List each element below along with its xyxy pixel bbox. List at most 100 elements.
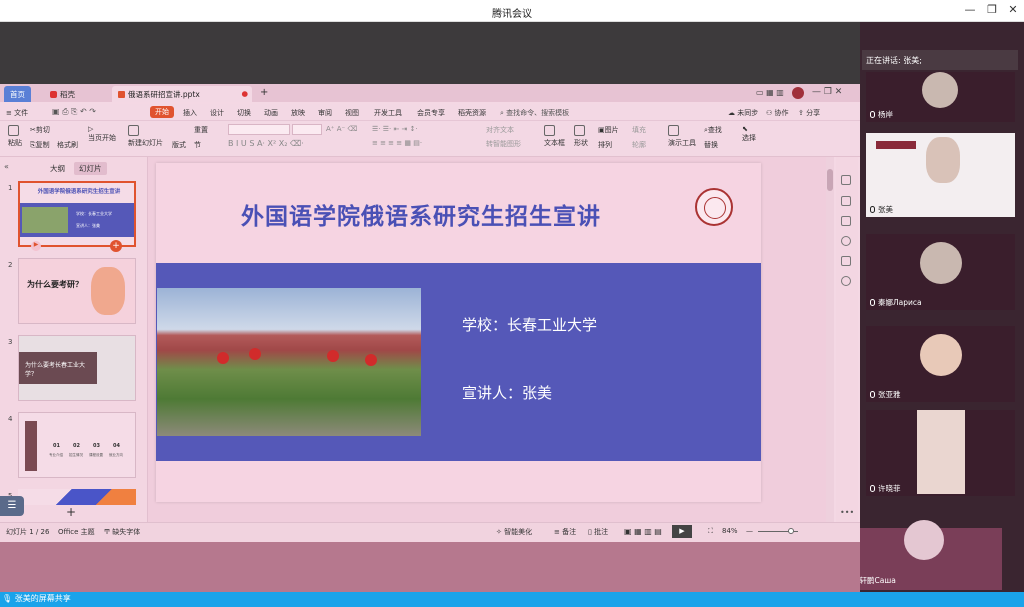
slide-school-text[interactable]: 学校：长春工业大学 (462, 314, 597, 335)
tab-slides[interactable]: 幻灯片 (74, 162, 107, 175)
collapse-panel-icon[interactable]: « (4, 162, 9, 171)
menu-home[interactable]: 开始 (150, 106, 174, 118)
thumb-title: 外国语学院俄语系研究生招生宣讲 (37, 189, 121, 195)
section-button[interactable]: 节 (194, 140, 201, 150)
menu-transition[interactable]: 切换 (237, 108, 251, 118)
tab-outline[interactable]: 大纲 (50, 163, 65, 174)
thumb-step: 01 (53, 443, 60, 449)
menu-review[interactable]: 审阅 (318, 108, 332, 118)
menu-slideshow[interactable]: 放映 (291, 108, 305, 118)
zoom-slider[interactable] (758, 528, 798, 534)
add-slide-icon[interactable]: + (110, 240, 122, 252)
font-style-buttons[interactable]: B I U S A· X² X₂ ⌫· (228, 139, 304, 148)
wps-window-controls[interactable]: — ❐ ✕ (812, 87, 842, 97)
play-from-slide-icon[interactable]: ▶ (31, 241, 41, 251)
new-tab-button[interactable]: + (254, 86, 274, 102)
slide-speaker-text[interactable]: 宣讲人：张美 (462, 382, 552, 403)
menu-developer[interactable]: 开发工具 (374, 108, 402, 118)
view-mode-buttons[interactable]: ▣ ▦ ▥ ▤ (624, 527, 662, 536)
smart-beautify-button[interactable]: ✧ 智能美化 (496, 527, 532, 537)
menu-design[interactable]: 设计 (210, 108, 224, 118)
collab-button[interactable]: ⚇ 协作 (766, 108, 789, 118)
menu-docer-resources[interactable]: 稻壳资源 (458, 108, 486, 118)
align-buttons[interactable]: ≡ ≡ ≡ ≡ ▦ ▤· (372, 139, 422, 147)
image-button[interactable]: ▣图片 (598, 125, 619, 135)
share-button[interactable]: ⇪ 分享 (798, 108, 820, 118)
cut-button[interactable]: ✂剪切 (30, 125, 50, 135)
menu-view[interactable]: 视图 (345, 108, 359, 118)
location-icon[interactable] (841, 276, 851, 286)
zoom-slider-thumb[interactable] (788, 528, 794, 534)
zoom-out-icon[interactable]: — (746, 527, 753, 535)
slide-title[interactable]: 外国语学院俄语系研究生招生宣讲 (156, 197, 686, 231)
participant-tile-video[interactable]: 许晓菲 (866, 410, 1015, 496)
vertical-scrollbar[interactable] (826, 157, 834, 522)
participant-tile[interactable]: 秦娜Лариса (866, 234, 1015, 310)
menu-animation[interactable]: 动画 (264, 108, 278, 118)
format-painter-button[interactable]: 格式刷 (57, 140, 78, 150)
find-button[interactable]: ⌕查找 (704, 125, 722, 135)
paste-button[interactable]: 粘贴 (8, 125, 22, 148)
participant-tile[interactable]: 杨岸 (866, 72, 1015, 122)
tab-docer[interactable]: 稻壳 (44, 86, 81, 102)
minimize-button[interactable]: — (960, 3, 980, 16)
close-button[interactable]: ✕ (1003, 3, 1023, 16)
scrollbar-thumb[interactable] (827, 169, 833, 191)
layout-button[interactable]: 版式 (172, 140, 186, 150)
window-tools[interactable]: ▭ ▦ ▥ (756, 88, 784, 97)
participant-tile[interactable]: 张亚雅 (866, 326, 1015, 402)
select-button[interactable]: ⬉ 选择 (742, 125, 756, 143)
help-icon[interactable] (841, 236, 851, 246)
list-view-icon[interactable]: ☰ (0, 496, 24, 516)
tab-home[interactable]: 首页 (4, 86, 31, 102)
avatar (904, 520, 944, 560)
fill-button[interactable]: 填充 (632, 125, 646, 135)
arrange-button[interactable]: 排列 (598, 140, 612, 150)
align-text-button[interactable]: 对齐文本 (486, 125, 514, 135)
participant-tile[interactable]: 杜轩鹏Саша (848, 520, 1002, 590)
more-icon[interactable]: ••• (840, 508, 854, 517)
add-slide-button[interactable]: + (66, 505, 76, 519)
command-search[interactable]: ⌕ 查找命令、搜索模板 (500, 108, 569, 118)
tab-document[interactable]: 俄语系研招宣讲.pptx ● (112, 86, 252, 102)
slideshow-play-button[interactable]: ▶ (672, 525, 692, 538)
missing-fonts-button[interactable]: Ͳ 缺失字体 (104, 527, 140, 537)
settings-icon[interactable] (841, 175, 851, 185)
maximize-button[interactable]: ❐ (982, 3, 1002, 16)
menu-file[interactable]: ≡ 文件 (6, 108, 28, 118)
from-current-button[interactable]: ▷ 当页开始 (88, 125, 116, 143)
reset-button[interactable]: 重置 (194, 125, 208, 135)
template-icon[interactable] (841, 256, 851, 266)
theme-name[interactable]: Office 主题 (58, 527, 95, 537)
user-avatar[interactable] (792, 87, 804, 99)
textbox-button[interactable]: 文本框 (544, 125, 565, 148)
sync-status[interactable]: ☁ 未同步 (728, 108, 758, 118)
smartart-button[interactable]: 转智能图形 (486, 139, 521, 149)
notes-button[interactable]: ≡ 备注 (554, 527, 576, 537)
slide-thumbnail-3[interactable]: 为什么要考长春工业大学？ (18, 335, 136, 401)
copy-button[interactable]: ⎘复制 (30, 140, 50, 150)
list-buttons[interactable]: ☰· ☰· ⇤ ⇥ ↕· (372, 125, 418, 133)
font-size-select[interactable] (292, 124, 322, 135)
layers-icon[interactable] (841, 216, 851, 226)
fit-window-icon[interactable]: ⛶ (708, 527, 713, 536)
pin-icon[interactable] (841, 196, 851, 206)
new-slide-button[interactable]: 新建幻灯片 (128, 125, 163, 148)
participant-tile-video[interactable]: 张美 (866, 133, 1015, 217)
font-name-select[interactable] (228, 124, 290, 135)
slide-thumbnail-2[interactable]: 为什么要考研？ (18, 258, 136, 324)
slide-thumbnail-5[interactable] (18, 489, 136, 505)
menu-insert[interactable]: 插入 (183, 108, 197, 118)
quick-access-icons[interactable]: ▣ ⎙ ⎘ ↶ ↷ (52, 107, 96, 117)
slide-thumbnail-4[interactable]: 01 02 03 04 专业介绍 招生情况 课程设置 就业方向 (18, 412, 136, 478)
replace-button[interactable]: 替换 (704, 140, 718, 150)
comments-button[interactable]: ▯ 批注 (588, 527, 608, 537)
outline-button[interactable]: 轮廓 (632, 140, 646, 150)
slide-thumbnail-1[interactable]: 外国语学院俄语系研究生招生宣讲 学校：长春工业大学 宣讲人：张美 (18, 181, 136, 247)
font-size-buttons[interactable]: A⁺ A⁻ ⌫ (326, 125, 357, 133)
zoom-level[interactable]: 84% (722, 527, 738, 535)
menu-member[interactable]: 会员专享 (417, 108, 445, 118)
shape-button[interactable]: 形状 (574, 125, 588, 148)
presenter-tools-button[interactable]: 演示工具 (668, 125, 696, 148)
campus-photo[interactable] (157, 288, 421, 436)
